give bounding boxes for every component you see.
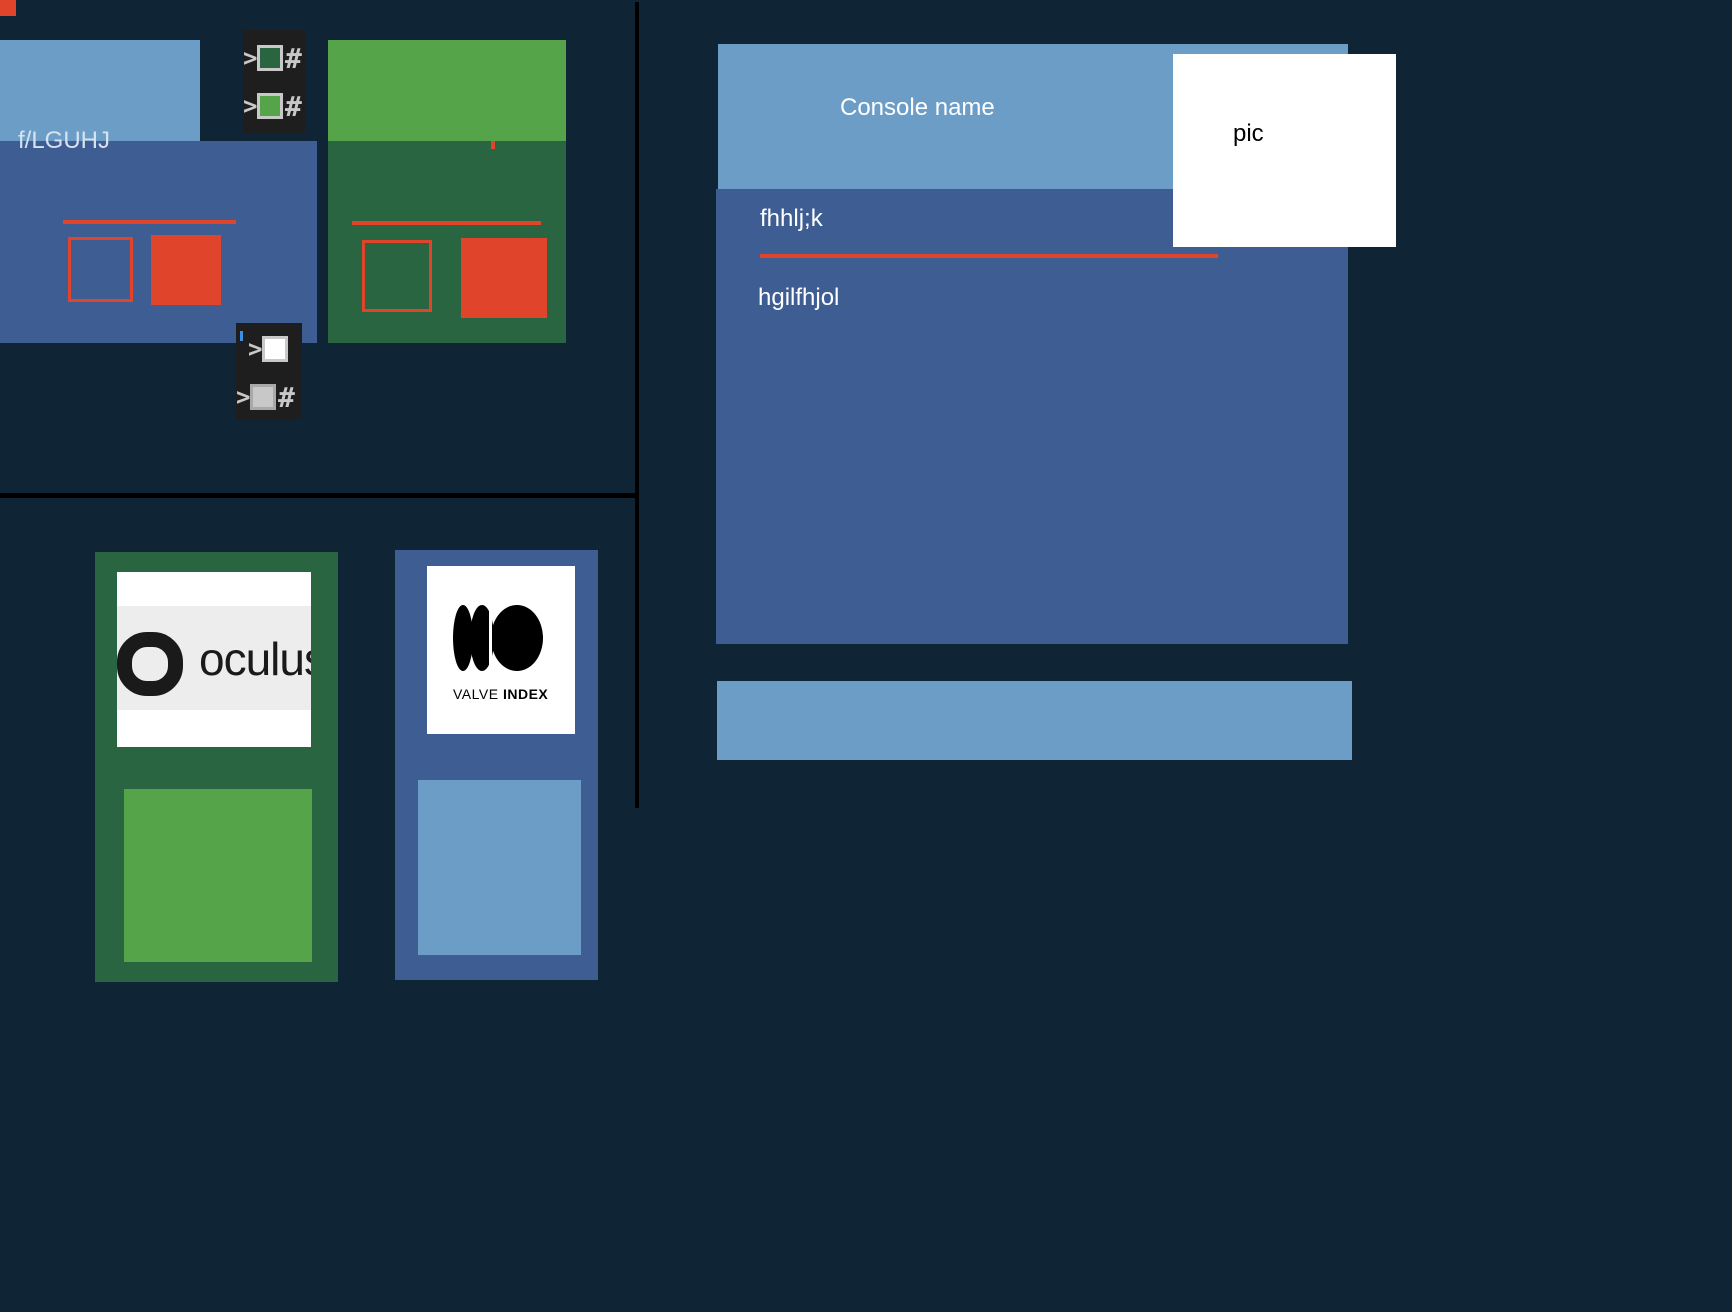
valve-index-logo-icon (453, 604, 543, 672)
valve-index-logo-tile[interactable]: VALVE INDEX (427, 566, 575, 734)
valve-index-card[interactable]: VALVE INDEX (395, 550, 598, 980)
green-card-underline (352, 221, 541, 225)
console-body-text: hgilfhjol (758, 284, 840, 311)
swatch-light-gray[interactable] (250, 384, 276, 410)
cursor-marker (240, 331, 243, 341)
chevron-right-icon: > (236, 383, 251, 411)
swatch-row[interactable]: > # (243, 40, 302, 76)
blue-card-filled-button[interactable] (151, 235, 221, 305)
chevron-right-icon: > (243, 92, 258, 120)
blue-card-label: f/LGUHJ (18, 127, 111, 154)
swatch-panel-top: > # > # (243, 30, 305, 133)
chevron-right-icon: > (248, 335, 263, 363)
console-field-underline[interactable] (760, 254, 1218, 258)
hash-icon: # (285, 89, 302, 123)
swatch-dark-green[interactable] (257, 45, 283, 71)
swatch-row[interactable]: > # (236, 379, 295, 415)
oculus-card[interactable]: oculus (95, 552, 338, 982)
blue-card-tab[interactable] (0, 40, 200, 141)
green-card-tab[interactable] (328, 40, 566, 141)
oculus-logo-text: oculus (199, 633, 311, 685)
swatch-row[interactable]: > (248, 331, 288, 367)
corner-marker (0, 0, 16, 16)
console-body: fhhlj;k hgilfhjol (716, 189, 1348, 644)
valve-index-logo-text: VALVE INDEX (453, 686, 548, 702)
blue-card-underline (63, 220, 236, 224)
blue-card[interactable]: f/LGUHJ (0, 127, 317, 343)
blue-card-outline-button[interactable] (68, 237, 133, 302)
green-card-tick (491, 141, 495, 149)
green-card-outline-button[interactable] (362, 240, 432, 312)
index-text: INDEX (502, 686, 549, 702)
swatch-white[interactable] (262, 336, 288, 362)
console-picture-label: pic (1233, 120, 1264, 147)
valve-index-action-panel[interactable] (418, 780, 581, 955)
hash-icon: # (278, 380, 295, 414)
hash-icon: # (285, 41, 302, 75)
console-footer-bar[interactable] (717, 681, 1352, 760)
vertical-divider (635, 2, 639, 808)
swatch-bright-green[interactable] (257, 93, 283, 119)
oculus-action-panel[interactable] (124, 789, 312, 962)
swatch-panel-bottom: > > # (236, 323, 302, 419)
swatch-row[interactable]: > # (243, 88, 302, 124)
oculus-logo-tile[interactable]: oculus (117, 572, 311, 747)
green-card-filled-button[interactable] (461, 238, 547, 318)
horizontal-divider (0, 493, 637, 498)
console-title: Console name (840, 94, 995, 121)
chevron-right-icon: > (243, 44, 258, 72)
oculus-logo-icon (117, 632, 183, 696)
console-field-label: fhhlj;k (760, 205, 823, 232)
console-picture[interactable]: pic (1173, 54, 1396, 247)
valve-text: VALVE (453, 686, 499, 702)
green-card[interactable] (328, 141, 566, 343)
